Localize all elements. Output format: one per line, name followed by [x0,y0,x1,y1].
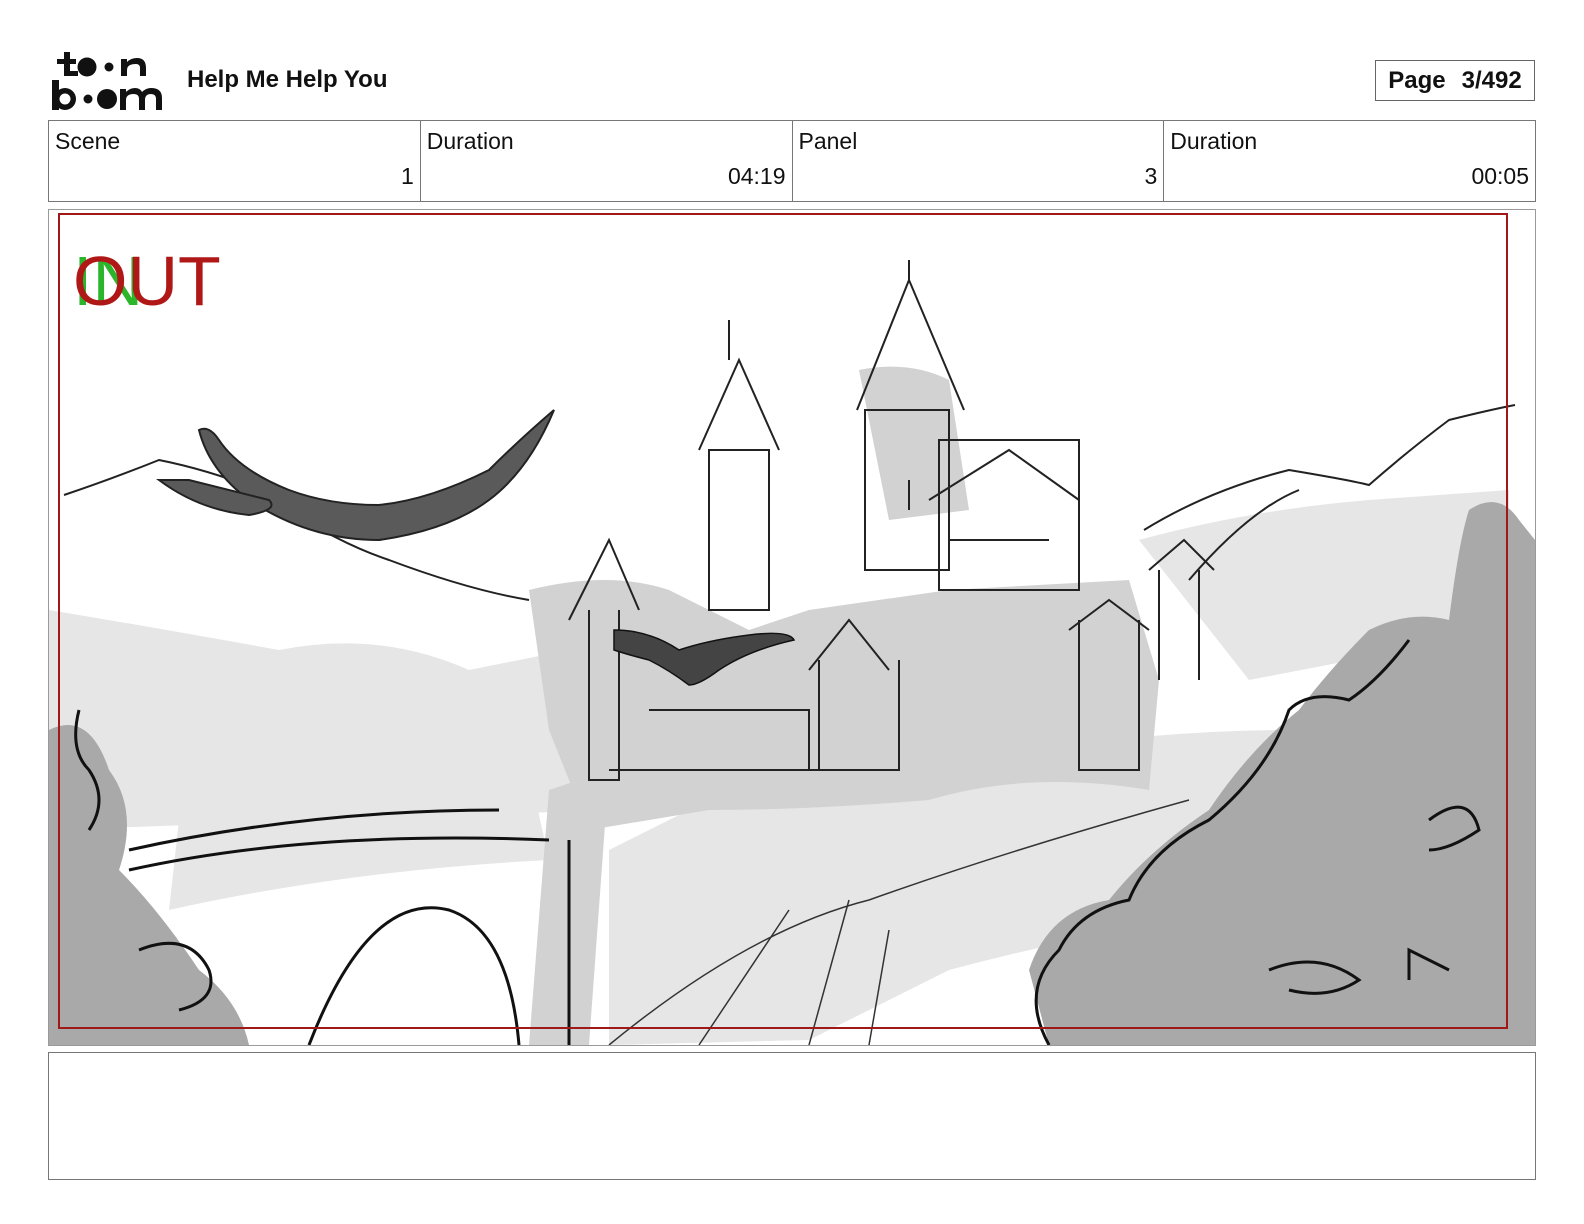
scene-duration-label: Duration [426,128,514,154]
storyboard-panel: IN OUT [48,209,1536,1046]
page-indicator: Page 3/492 [1375,60,1535,101]
scene-cell: Scene 1 [49,121,421,201]
panel-sketch: IN OUT [49,213,1535,1045]
panel-label: Panel [798,128,858,154]
marker-out: OUT [73,242,221,320]
scene-info-table: Scene 1 Duration 04:19 Panel 3 Duration … [48,120,1536,202]
panel-value: 3 [1144,163,1158,189]
toon-boom-logo: toon boom [52,50,164,112]
page-number: 3/492 [1461,66,1522,94]
scene-value: 1 [400,163,414,189]
project-title: Help Me Help You [187,66,388,93]
toon-boom-logo-icon [52,52,162,110]
panel-duration-cell: Duration 00:05 [1164,121,1535,201]
scene-duration-cell: Duration 04:19 [421,121,793,201]
scene-duration-value: 04:19 [727,163,786,189]
scene-label: Scene [55,128,121,154]
large-bird [197,409,555,542]
panel-duration-label: Duration [1170,128,1258,154]
page-label: Page [1388,66,1446,94]
panel-duration-value: 00:05 [1471,163,1529,189]
panel-notes [48,1052,1536,1180]
panel-cell: Panel 3 [793,121,1165,201]
